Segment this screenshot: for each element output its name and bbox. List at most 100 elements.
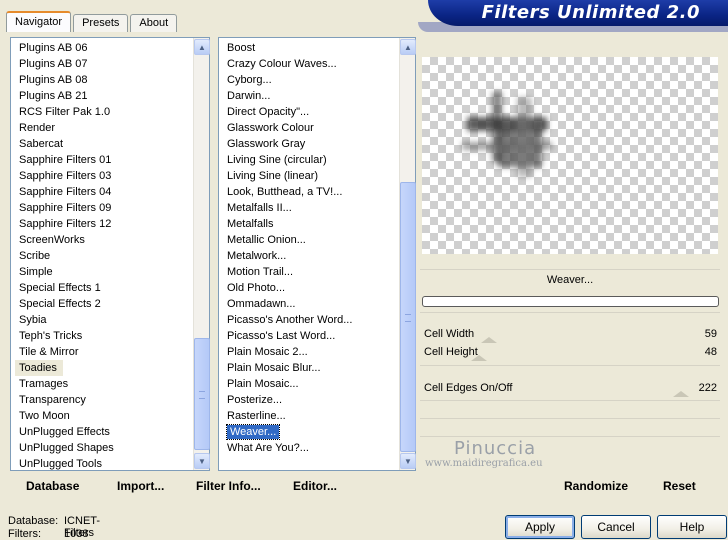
apply-button[interactable]: Apply <box>505 515 575 539</box>
list-item-label: Plain Mosaic Blur... <box>227 362 321 374</box>
list-item-label: Transparency <box>19 394 86 406</box>
status-filters-value: 1038 <box>64 528 89 540</box>
list-item[interactable]: Weaver... <box>223 424 397 440</box>
list-item-label: Plugins AB 08 <box>19 74 88 86</box>
list-item[interactable]: Old Photo... <box>223 280 397 296</box>
list-item[interactable]: Plugins AB 07 <box>15 56 191 72</box>
slider-thumb-icon[interactable] <box>471 355 487 361</box>
tab-navigator[interactable]: Navigator <box>6 11 72 32</box>
list-item[interactable]: Plugins AB 06 <box>15 40 191 56</box>
list-item[interactable]: Plain Mosaic Blur... <box>223 360 397 376</box>
tab-about[interactable]: About <box>130 14 178 32</box>
category-scrollbar[interactable]: ▲ ▼ <box>193 38 210 470</box>
list-item[interactable]: Tile & Mirror <box>15 344 191 360</box>
list-item-label: What Are You?... <box>227 442 309 454</box>
reset-button[interactable]: Reset <box>663 479 696 493</box>
list-item[interactable]: Look, Butthead, a TV!... <box>223 184 397 200</box>
list-item[interactable]: Teph's Tricks <box>15 328 191 344</box>
list-item[interactable]: Living Sine (linear) <box>223 168 397 184</box>
list-item[interactable]: Living Sine (circular) <box>223 152 397 168</box>
filter-info-button[interactable]: Filter Info... <box>196 479 261 493</box>
preview-canvas[interactable] <box>422 57 718 254</box>
param-cell-edges[interactable]: Cell Edges On/Off 222 <box>423 381 718 399</box>
list-item[interactable]: Direct Opacity"... <box>223 104 397 120</box>
list-item[interactable]: Boost <box>223 40 397 56</box>
list-item[interactable]: Simple <box>15 264 191 280</box>
param-cell-height[interactable]: Cell Height 48 <box>423 345 718 363</box>
list-item[interactable]: Two Moon <box>15 408 191 424</box>
list-item[interactable]: Metalfalls <box>223 216 397 232</box>
scroll-down-icon[interactable]: ▼ <box>400 453 416 469</box>
list-item[interactable]: What Are You?... <box>223 440 397 456</box>
list-item-label: Motion Trail... <box>227 266 294 278</box>
cancel-button[interactable]: Cancel <box>581 515 651 539</box>
list-item[interactable]: Toadies <box>15 360 63 376</box>
list-item[interactable]: Sabercat <box>15 136 191 152</box>
param-value: 48 <box>704 346 717 358</box>
list-item[interactable]: Darwin... <box>223 88 397 104</box>
list-item-label: Plugins AB 07 <box>19 58 88 70</box>
list-item[interactable]: UnPlugged Tools <box>15 456 191 472</box>
list-item[interactable]: Plain Mosaic 2... <box>223 344 397 360</box>
category-scroll-thumb[interactable] <box>194 338 210 450</box>
list-item[interactable]: Glasswork Gray <box>223 136 397 152</box>
list-item[interactable]: Sybia <box>15 312 191 328</box>
randomize-button[interactable]: Randomize <box>564 479 628 493</box>
filter-list[interactable]: Boost Crazy Colour Waves... Cyborg... Darwi… <box>223 40 397 456</box>
import-button[interactable]: Import... <box>117 479 164 493</box>
list-item[interactable]: Picasso's Another Word... <box>223 312 397 328</box>
list-item-label: Plain Mosaic... <box>227 378 299 390</box>
list-item[interactable]: Picasso's Last Word... <box>223 328 397 344</box>
list-item[interactable]: Tramages <box>15 376 191 392</box>
list-item[interactable]: Motion Trail... <box>223 264 397 280</box>
list-item[interactable]: Special Effects 2 <box>15 296 191 312</box>
selected-filter-name: Weaver... <box>546 274 594 286</box>
help-button[interactable]: Help <box>657 515 727 539</box>
watermark-name: Pinuccia <box>454 438 537 459</box>
list-item-label: Glasswork Colour <box>227 122 314 134</box>
list-item[interactable]: Special Effects 1 <box>15 280 191 296</box>
list-item[interactable]: UnPlugged Effects <box>15 424 191 440</box>
list-item[interactable]: Metalwork... <box>223 248 397 264</box>
list-item[interactable]: Render <box>15 120 191 136</box>
list-item[interactable]: UnPlugged Shapes <box>15 440 191 456</box>
filter-scrollbar[interactable]: ▲ ▼ <box>399 38 416 470</box>
database-button[interactable]: Database <box>26 479 79 493</box>
list-item[interactable]: ScreenWorks <box>15 232 191 248</box>
scroll-up-icon[interactable]: ▲ <box>194 39 210 55</box>
list-item[interactable]: RCS Filter Pak 1.0 <box>15 104 191 120</box>
list-item[interactable]: Cyborg... <box>223 72 397 88</box>
list-item[interactable]: Plugins AB 08 <box>15 72 191 88</box>
list-item[interactable]: Rasterline... <box>223 408 397 424</box>
list-item[interactable]: Metalfalls II... <box>223 200 397 216</box>
param-cell-width[interactable]: Cell Width 59 <box>423 327 718 345</box>
scroll-down-icon[interactable]: ▼ <box>194 453 210 469</box>
list-item[interactable]: Metallic Onion... <box>223 232 397 248</box>
list-item[interactable]: Sapphire Filters 12 <box>15 216 191 232</box>
slider-thumb-icon[interactable] <box>673 391 689 397</box>
list-item[interactable]: Posterize... <box>223 392 397 408</box>
slider-thumb-icon[interactable] <box>481 337 497 343</box>
list-item[interactable]: Scribe <box>15 248 191 264</box>
list-item[interactable]: Crazy Colour Waves... <box>223 56 397 72</box>
editor-button[interactable]: Editor... <box>293 479 337 493</box>
list-item[interactable]: Transparency <box>15 392 191 408</box>
list-item[interactable]: Plugins AB 21 <box>15 88 191 104</box>
list-item[interactable]: Sapphire Filters 03 <box>15 168 191 184</box>
list-item-label: RCS Filter Pak 1.0 <box>19 106 111 118</box>
list-item[interactable]: Sapphire Filters 04 <box>15 184 191 200</box>
status-filters: Filters: 1038 <box>8 528 88 540</box>
list-item-label: Toadies <box>19 362 57 374</box>
list-item-label: Picasso's Last Word... <box>227 330 336 342</box>
list-item-label: Sybia <box>19 314 47 326</box>
list-item[interactable]: Sapphire Filters 01 <box>15 152 191 168</box>
scroll-up-icon[interactable]: ▲ <box>400 39 416 55</box>
list-item[interactable]: Sapphire Filters 09 <box>15 200 191 216</box>
list-item[interactable]: Glasswork Colour <box>223 120 397 136</box>
list-item[interactable]: Plain Mosaic... <box>223 376 397 392</box>
list-item[interactable]: Ommadawn... <box>223 296 397 312</box>
filter-scroll-thumb[interactable] <box>400 182 416 452</box>
category-list[interactable]: Plugins AB 06 Plugins AB 07 Plugins AB 08 P… <box>15 40 191 472</box>
param-label: Cell Edges On/Off <box>424 382 513 394</box>
tab-presets[interactable]: Presets <box>73 14 129 32</box>
